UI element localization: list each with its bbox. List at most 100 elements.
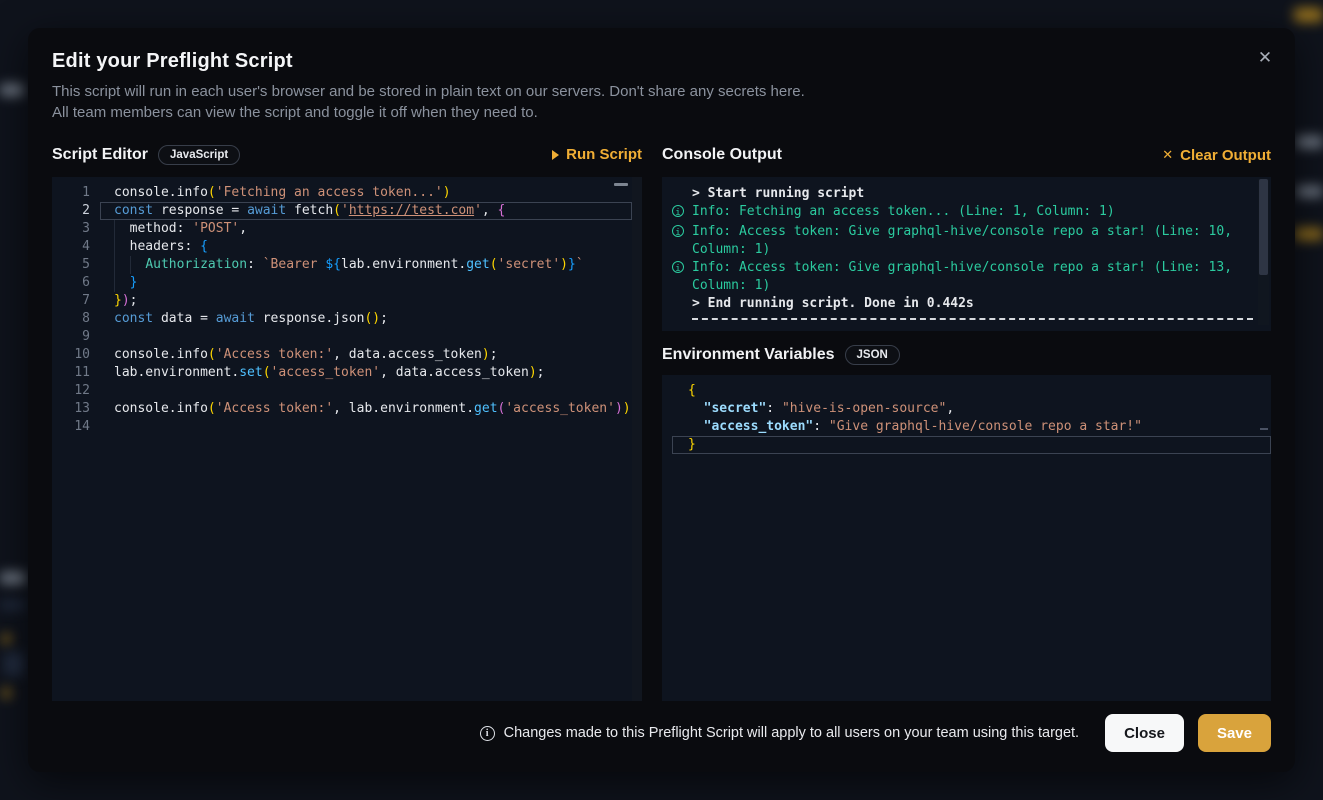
backdrop-blob xyxy=(1294,8,1323,22)
code-line[interactable]: 6 } xyxy=(52,274,632,292)
console-line-icon xyxy=(672,259,692,295)
code-text: } xyxy=(90,274,632,292)
indent-guide xyxy=(114,274,115,292)
indent-guide xyxy=(114,238,115,256)
code-text: const response = await fetch('https://te… xyxy=(90,202,632,220)
code-text: }); xyxy=(90,292,632,310)
code-text: } xyxy=(662,436,1271,454)
indent-guide xyxy=(130,256,131,274)
console-line-indent xyxy=(672,185,692,203)
modal-description: This script will run in each user's brow… xyxy=(52,81,1271,123)
console-line: Info: Access token: Give graphql-hive/co… xyxy=(672,223,1253,259)
code-text: "access_token": "Give graphql-hive/conso… xyxy=(662,418,1271,436)
code-text: lab.environment.set('access_token', data… xyxy=(90,364,632,382)
backdrop-blob xyxy=(1296,186,1323,197)
script-code-editor[interactable]: 1console.info('Fetching an access token.… xyxy=(52,177,642,701)
clear-output-button[interactable]: ✕ Clear Output xyxy=(1162,147,1271,164)
line-number: 8 xyxy=(52,310,90,328)
console-line-text: > End running script. Done in 0.442s xyxy=(692,295,1253,313)
json-badge: JSON xyxy=(845,345,900,365)
console-scrollbar[interactable] xyxy=(1258,179,1269,325)
code-line[interactable]: "access_token": "Give graphql-hive/conso… xyxy=(662,418,1271,436)
indent-guide xyxy=(114,256,115,274)
console-line-icon xyxy=(672,223,692,259)
line-number: 2 xyxy=(52,202,90,220)
backdrop-blob xyxy=(1294,228,1323,240)
indent-guide xyxy=(114,220,115,238)
line-number: 14 xyxy=(52,418,90,436)
code-text: method: 'POST', xyxy=(90,220,632,238)
clear-output-label: Clear Output xyxy=(1180,147,1271,164)
console-output-panel: > Start running scriptInfo: Fetching an … xyxy=(662,177,1271,331)
code-line[interactable]: 2const response = await fetch('https://t… xyxy=(52,202,632,220)
backdrop-blob xyxy=(0,572,26,584)
code-line[interactable]: 8const data = await response.json(); xyxy=(52,310,632,328)
backdrop-blob xyxy=(2,688,11,698)
backdrop-blob xyxy=(2,634,11,644)
info-icon xyxy=(672,225,684,237)
code-line[interactable]: { xyxy=(662,382,1271,400)
code-text: "secret": "hive-is-open-source", xyxy=(662,400,1271,418)
info-icon xyxy=(480,726,495,741)
code-line[interactable]: 14 xyxy=(52,418,632,436)
line-number: 11 xyxy=(52,364,90,382)
line-number: 12 xyxy=(52,382,90,400)
console-scrollbar-thumb[interactable] xyxy=(1259,179,1268,275)
run-script-button[interactable]: Run Script xyxy=(552,146,642,163)
console-line-text: Info: Access token: Give graphql-hive/co… xyxy=(692,259,1253,295)
code-text: console.info('Access token:', lab.enviro… xyxy=(90,400,638,418)
environment-variables-title: Environment Variables xyxy=(662,346,835,364)
line-number: 4 xyxy=(52,238,90,256)
code-line[interactable]: 1console.info('Fetching an access token.… xyxy=(52,184,632,202)
code-line[interactable]: "secret": "hive-is-open-source", xyxy=(662,400,1271,418)
modal-title: Edit your Preflight Script xyxy=(52,50,1271,73)
console-output-title: Console Output xyxy=(662,146,782,164)
console-line: Info: Fetching an access token... (Line:… xyxy=(672,203,1253,223)
line-number: 5 xyxy=(52,256,90,274)
modal-description-line1: This script will run in each user's brow… xyxy=(52,81,1271,102)
line-number: 10 xyxy=(52,346,90,364)
console-line-indent xyxy=(672,295,692,313)
close-button[interactable]: Close xyxy=(1105,714,1184,752)
console-line: > Start running script xyxy=(672,185,1253,203)
line-number: 3 xyxy=(52,220,90,238)
code-text xyxy=(90,382,632,400)
info-icon xyxy=(672,205,684,217)
backdrop-blob xyxy=(4,652,24,676)
run-script-label: Run Script xyxy=(566,146,642,163)
code-line[interactable]: 12 xyxy=(52,382,632,400)
line-number: 9 xyxy=(52,328,90,346)
code-line[interactable]: 5 Authorization: `Bearer ${lab.environme… xyxy=(52,256,632,274)
code-line[interactable]: 9 xyxy=(52,328,632,346)
save-button[interactable]: Save xyxy=(1198,714,1271,752)
code-text: console.info('Access token:', data.acces… xyxy=(90,346,632,364)
code-line[interactable]: 13console.info('Access token:', lab.envi… xyxy=(52,400,632,418)
console-separator xyxy=(692,318,1253,320)
code-line[interactable]: 10console.info('Access token:', data.acc… xyxy=(52,346,632,364)
backdrop-blob xyxy=(0,600,26,610)
code-line[interactable]: 11lab.environment.set('access_token', da… xyxy=(52,364,632,382)
code-line[interactable]: 3 method: 'POST', xyxy=(52,220,632,238)
environment-variables-editor[interactable]: { "secret": "hive-is-open-source", "acce… xyxy=(662,375,1271,701)
clear-icon: ✕ xyxy=(1162,147,1173,163)
code-text: Authorization: `Bearer ${lab.environment… xyxy=(90,256,632,274)
backdrop-blob xyxy=(1296,136,1323,148)
code-text: headers: { xyxy=(90,238,632,256)
code-line[interactable]: 7}); xyxy=(52,292,632,310)
code-text: console.info('Fetching an access token..… xyxy=(90,184,632,202)
code-text: { xyxy=(662,382,1271,400)
code-text: const data = await response.json(); xyxy=(90,310,632,328)
line-number: 13 xyxy=(52,400,90,418)
play-icon xyxy=(552,150,559,160)
close-icon[interactable]: ✕ xyxy=(1251,44,1279,72)
backdrop-blob xyxy=(0,84,24,96)
console-line-icon xyxy=(672,203,692,223)
footer-note: Changes made to this Preflight Script wi… xyxy=(480,725,1079,741)
footer-note-text: Changes made to this Preflight Script wi… xyxy=(504,725,1079,741)
line-number: 1 xyxy=(52,184,90,202)
code-line[interactable]: } xyxy=(662,436,1271,454)
code-text xyxy=(90,328,632,346)
code-line[interactable]: 4 headers: { xyxy=(52,238,632,256)
code-text xyxy=(90,418,632,436)
script-editor-title: Script Editor xyxy=(52,146,148,164)
